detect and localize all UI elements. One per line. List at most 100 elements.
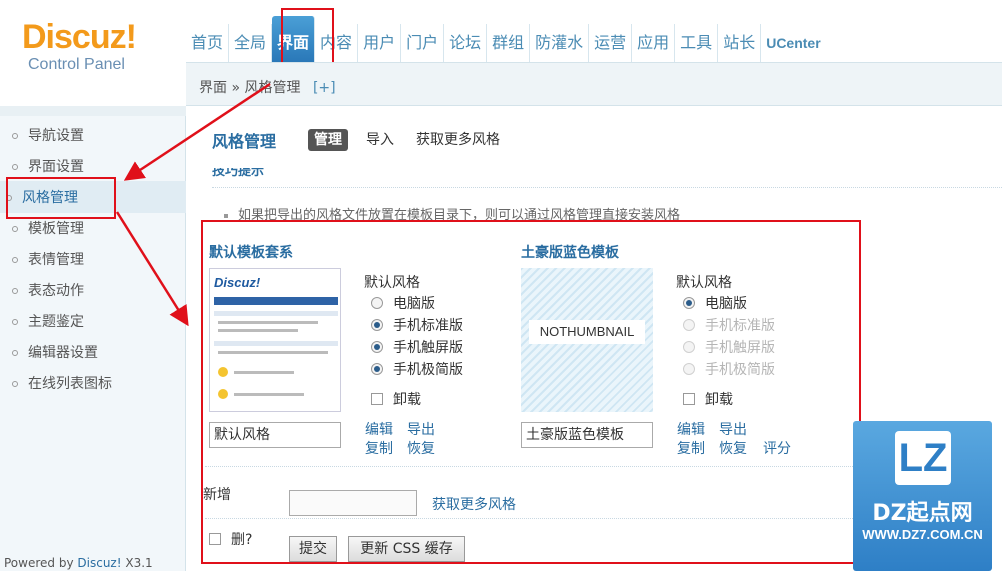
edit-link-blue[interactable]: 编辑 (677, 419, 705, 439)
discuz-link[interactable]: Discuz! (77, 556, 121, 570)
nav-home[interactable]: 首页 (186, 24, 230, 62)
sidebar-item-label: 导航设置 (28, 128, 84, 144)
add-shortcut-link[interactable]: [+] (313, 80, 336, 96)
nav-groups[interactable]: 群组 (487, 24, 531, 62)
sidebar-item-nav-settings[interactable]: 导航设置 (12, 126, 84, 146)
thumb-badge (218, 389, 228, 399)
breadcrumb-separator: » (231, 80, 241, 96)
option-label: 电脑版 (393, 296, 435, 312)
watermark-title: DZ起点网 (872, 501, 973, 526)
radio-mobile-minimal[interactable]: 手机极简版 (371, 360, 463, 380)
sidebar-item-editor-settings[interactable]: 编辑器设置 (12, 343, 98, 363)
rate-link-blue[interactable]: 评分 (763, 438, 791, 458)
bullet-icon (12, 319, 18, 325)
sidebar-item-ui-settings[interactable]: 界面设置 (12, 157, 84, 177)
submit-button[interactable]: 提交 (289, 536, 337, 562)
sidebar: 导航设置 界面设置 风格管理 模板管理 表情管理 表态动作 主题鉴定 编辑器设置… (0, 106, 186, 571)
copy-link-default[interactable]: 复制 (365, 438, 393, 458)
option-label: 电脑版 (705, 296, 747, 312)
sidebar-item-label: 表态动作 (28, 283, 84, 299)
nav-tools[interactable]: 工具 (675, 24, 719, 62)
thumb-line (218, 329, 298, 332)
copy-link-blue[interactable]: 复制 (677, 438, 705, 458)
tab-get-more[interactable]: 获取更多风格 (410, 129, 506, 151)
nav-admin[interactable]: 站长 (718, 24, 762, 62)
checkbox-icon (209, 533, 221, 545)
tab-manage[interactable]: 管理 (308, 129, 348, 151)
sidebar-item-label: 在线列表图标 (28, 376, 112, 392)
style-thumbnail-default[interactable]: Discuz! (209, 268, 341, 412)
thumb-line (234, 371, 294, 374)
sidebar-item-label: 主题鉴定 (28, 314, 84, 330)
radio-mobile-minimal: 手机极简版 (683, 360, 775, 380)
style-name-input-blue[interactable]: 土豪版蓝色模板 (521, 422, 653, 448)
radio-mobile-standard: 手机标准版 (683, 316, 775, 336)
header: Discuz! Control Panel 首页 全局 界面 内容 用户 门户 … (0, 0, 1002, 73)
option-label: 手机标准版 (393, 318, 463, 334)
radio-mobile-touch: 手机触屏版 (683, 338, 775, 358)
radio-checked-icon (371, 341, 383, 353)
nav-ucenter[interactable]: UCenter (761, 24, 825, 62)
nav-forum[interactable]: 论坛 (444, 24, 488, 62)
uninstall-checkbox-default[interactable]: 卸载 (371, 390, 421, 410)
highlight-box-sidebar (6, 177, 116, 219)
style-title-blue[interactable]: 土豪版蓝色模板 (521, 242, 619, 262)
new-style-label: 新增 (203, 487, 231, 503)
uninstall-checkbox-blue[interactable]: 卸载 (683, 390, 733, 410)
breadcrumb-section[interactable]: 界面 (199, 80, 227, 96)
bullet-icon (12, 164, 18, 170)
checkbox-label: 卸载 (705, 392, 733, 408)
sidebar-item-smilies[interactable]: 表情管理 (12, 250, 84, 270)
no-thumbnail-label: NOTHUMBNAIL (529, 320, 645, 344)
radio-checked-icon (371, 319, 383, 331)
nav-users[interactable]: 用户 (358, 24, 402, 62)
export-link-default[interactable]: 导出 (407, 419, 435, 439)
sidebar-item-online-icons[interactable]: 在线列表图标 (12, 374, 112, 394)
style-name-input-default[interactable]: 默认风格 (209, 422, 341, 448)
radio-pc[interactable]: 电脑版 (371, 294, 435, 314)
thumb-line (218, 351, 328, 354)
nav-operations[interactable]: 运营 (589, 24, 633, 62)
sidebar-item-label: 界面设置 (28, 159, 84, 175)
thumb-badge (218, 367, 228, 377)
radio-icon (683, 319, 695, 331)
watermark-logo: LZ (895, 431, 951, 485)
tips-heading: 技巧提示 (212, 168, 265, 179)
sidebar-item-click-actions[interactable]: 表态动作 (12, 281, 84, 301)
sidebar-item-thread-stamps[interactable]: 主题鉴定 (12, 312, 84, 332)
radio-mobile-touch[interactable]: 手机触屏版 (371, 338, 463, 358)
bullet-icon (12, 226, 18, 232)
radio-pc[interactable]: 电脑版 (683, 294, 747, 314)
sidebar-item-label: 模板管理 (28, 221, 84, 237)
delete-checkbox[interactable]: 删? (209, 530, 252, 550)
edit-link-default[interactable]: 编辑 (365, 419, 393, 439)
nav-antispam[interactable]: 防灌水 (530, 24, 590, 62)
radio-mobile-standard[interactable]: 手机标准版 (371, 316, 463, 336)
bullet-icon (12, 350, 18, 356)
radio-icon (683, 341, 695, 353)
tab-import[interactable]: 导入 (360, 129, 400, 151)
discuz-logo[interactable]: Discuz! Control Panel (22, 20, 137, 74)
divider (205, 466, 859, 467)
option-label: 手机触屏版 (393, 340, 463, 356)
divider (205, 518, 859, 519)
checkbox-label: 删? (231, 532, 253, 548)
new-style-input[interactable] (289, 490, 417, 516)
style-thumbnail-blue[interactable]: NOTHUMBNAIL (521, 268, 653, 412)
nav-apps[interactable]: 应用 (632, 24, 676, 62)
watermark-url: WWW.DZ7.COM.CN (862, 527, 983, 542)
nav-global[interactable]: 全局 (229, 24, 273, 62)
style-title-default[interactable]: 默认模板套系 (209, 242, 293, 262)
restore-link-blue[interactable]: 恢复 (719, 438, 747, 458)
thumb-logo: Discuz! (214, 275, 261, 290)
bullet-icon (12, 288, 18, 294)
restore-link-default[interactable]: 恢复 (407, 438, 435, 458)
update-css-cache-button[interactable]: 更新 CSS 缓存 (348, 536, 465, 562)
nav-portal[interactable]: 门户 (401, 24, 445, 62)
powered-prefix: Powered by (4, 556, 74, 570)
option-label: 手机触屏版 (705, 340, 775, 356)
sidebar-item-template-manage[interactable]: 模板管理 (12, 219, 84, 239)
get-more-styles-link[interactable]: 获取更多风格 (432, 494, 516, 514)
export-link-blue[interactable]: 导出 (719, 419, 747, 439)
option-label: 手机极简版 (393, 362, 463, 378)
